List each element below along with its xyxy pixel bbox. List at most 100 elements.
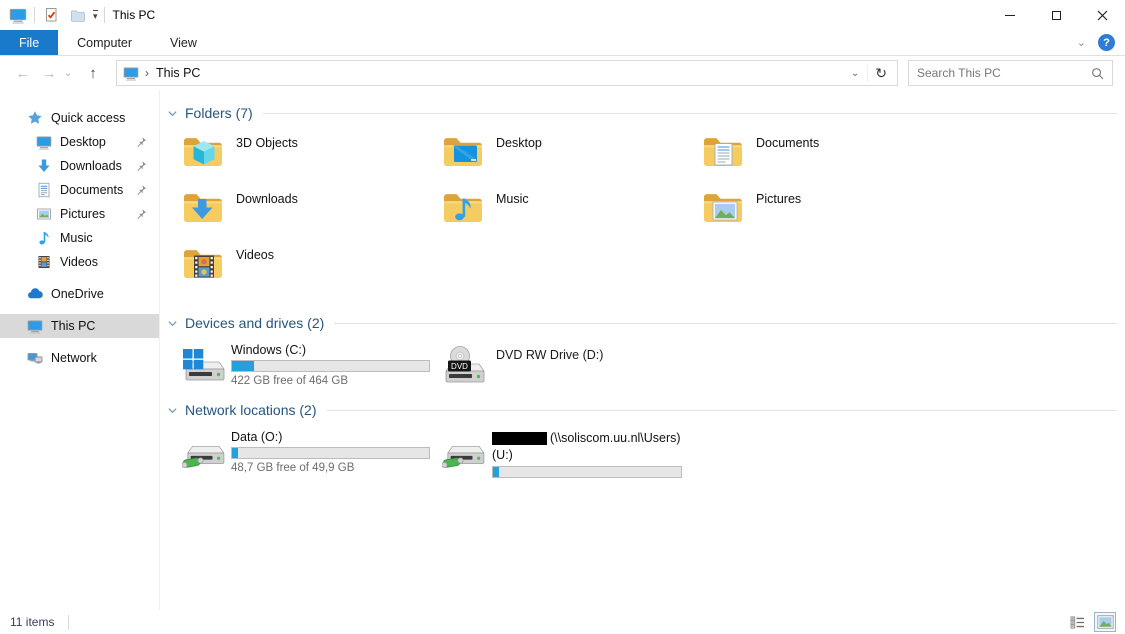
capacity-bar [492, 466, 682, 478]
folder-tile-3d-objects[interactable]: 3D Objects [182, 132, 442, 188]
up-icon[interactable]: ↑ [82, 62, 104, 84]
free-space-text: 422 GB free of 464 GB [231, 375, 430, 387]
search-box[interactable] [908, 60, 1113, 86]
breadcrumb[interactable]: This PC [156, 66, 200, 80]
this-pc-icon [27, 318, 43, 334]
sidebar-item-network[interactable]: Network [0, 346, 159, 370]
capacity-bar [231, 360, 430, 372]
folder-music-icon [442, 188, 482, 228]
dvd-drive-icon: DVD [442, 345, 486, 385]
folder-desktop-icon [442, 132, 482, 172]
customize-toolbar-caret-icon[interactable]: ▾ [93, 10, 98, 21]
minimize-button[interactable] [987, 0, 1033, 30]
search-input[interactable] [917, 66, 1091, 80]
section-header-folders[interactable]: Folders (7) [167, 102, 1117, 124]
refresh-icon[interactable]: ↻ [867, 65, 894, 82]
pictures-icon [36, 206, 52, 222]
network-icon [27, 350, 43, 366]
section-divider [334, 323, 1117, 324]
status-divider [68, 615, 69, 630]
windows-c-drive-icon [182, 345, 226, 385]
large-icons-view-button[interactable] [1095, 613, 1115, 631]
videos-icon [36, 254, 52, 270]
network-drive-tile-data-o[interactable]: Data (O:) 48,7 GB free of 49,9 GB [182, 430, 442, 478]
tab-view[interactable]: View [151, 30, 216, 55]
recent-locations-chevron-icon[interactable]: ⌄ [64, 68, 78, 79]
folders-grid: 3D Objects Desktop Documents [182, 132, 1117, 300]
pin-icon[interactable] [135, 208, 147, 220]
maximize-button[interactable] [1033, 0, 1079, 30]
documents-icon [36, 182, 52, 198]
expand-ribbon-chevron-icon[interactable]: ⌄ [1077, 36, 1086, 49]
folder-tile-videos[interactable]: Videos [182, 244, 442, 300]
breadcrumb-separator-icon: › [145, 66, 149, 80]
drive-tile-dvd[interactable]: DVD DVD RW Drive (D:) [442, 343, 702, 387]
section-header-network-locations[interactable]: Network locations (2) [167, 399, 1117, 421]
file-list-area: Folders (7) 3D Objects [160, 90, 1125, 610]
toolbar-divider [104, 7, 105, 23]
navigation-pane: Quick access Desktop Downloads Documents [0, 90, 160, 610]
capacity-bar-fill [232, 361, 254, 371]
section-divider [263, 113, 1117, 114]
sidebar-item-quick-access[interactable]: Quick access [0, 106, 159, 130]
sidebar-item-videos[interactable]: Videos [0, 250, 159, 274]
help-icon[interactable]: ? [1098, 34, 1115, 51]
onedrive-cloud-icon [27, 286, 43, 302]
sidebar-item-pictures[interactable]: Pictures [0, 202, 159, 226]
pin-icon[interactable] [135, 184, 147, 196]
desktop-icon [36, 134, 52, 150]
folder-3d-objects-icon [182, 132, 222, 172]
folder-tile-documents[interactable]: Documents [702, 132, 962, 188]
folder-tile-desktop[interactable]: Desktop [442, 132, 702, 188]
toolbar-divider [34, 7, 35, 23]
tab-computer[interactable]: Computer [58, 30, 151, 55]
folder-pictures-icon [702, 188, 742, 228]
pin-icon[interactable] [135, 136, 147, 148]
section-divider [327, 410, 1118, 411]
status-bar: 11 items [0, 610, 1125, 634]
quick-access-star-icon [27, 110, 43, 126]
redacted-username [492, 432, 547, 445]
details-view-icon [1070, 616, 1085, 629]
forward-icon[interactable]: → [38, 62, 60, 84]
large-icons-view-icon [1097, 615, 1114, 629]
this-pc-window-icon [8, 5, 28, 25]
network-drive-icon [442, 432, 486, 472]
new-folder-icon[interactable] [67, 5, 87, 25]
music-icon [36, 230, 52, 246]
sidebar-item-downloads[interactable]: Downloads [0, 154, 159, 178]
search-icon [1091, 67, 1104, 80]
close-icon [1097, 10, 1108, 21]
tab-file[interactable]: File [0, 30, 58, 55]
drive-name: DVD RW Drive (D:) [496, 348, 603, 362]
drive-name-line2: (U:) [492, 447, 682, 464]
sidebar-item-music[interactable]: Music [0, 226, 159, 250]
free-space-text: 48,7 GB free of 49,9 GB [231, 462, 430, 474]
sidebar-item-desktop[interactable]: Desktop [0, 130, 159, 154]
item-count: 11 items [10, 615, 54, 629]
folder-tile-downloads[interactable]: Downloads [182, 188, 442, 244]
back-icon[interactable]: ← [12, 62, 34, 84]
details-view-button[interactable] [1067, 613, 1087, 631]
maximize-icon [1052, 11, 1061, 20]
capacity-bar-fill [232, 448, 238, 458]
address-bar[interactable]: › This PC ⌄ ↻ [116, 60, 898, 86]
address-dropdown-chevron-icon[interactable]: ⌄ [843, 68, 867, 79]
close-button[interactable] [1079, 0, 1125, 30]
titlebar: ▾ This PC [0, 0, 1125, 30]
folder-tile-music[interactable]: Music [442, 188, 702, 244]
section-header-devices[interactable]: Devices and drives (2) [167, 312, 1117, 334]
network-drive-tile-users-u[interactable]: (\\soliscom.uu.nl\Users) (U:) [442, 430, 702, 478]
sidebar-item-this-pc[interactable]: This PC [0, 314, 159, 338]
sidebar-item-documents[interactable]: Documents [0, 178, 159, 202]
folder-tile-pictures[interactable]: Pictures [702, 188, 962, 244]
collapse-chevron-icon [167, 108, 178, 119]
sidebar-item-onedrive[interactable]: OneDrive [0, 282, 159, 306]
minimize-icon [1005, 15, 1015, 16]
folder-downloads-icon [182, 188, 222, 228]
breadcrumb-this-pc-icon [123, 65, 139, 81]
drive-tile-windows-c[interactable]: Windows (C:) 422 GB free of 464 GB [182, 343, 442, 387]
svg-text:DVD: DVD [451, 362, 468, 371]
properties-icon[interactable] [41, 5, 61, 25]
pin-icon[interactable] [135, 160, 147, 172]
